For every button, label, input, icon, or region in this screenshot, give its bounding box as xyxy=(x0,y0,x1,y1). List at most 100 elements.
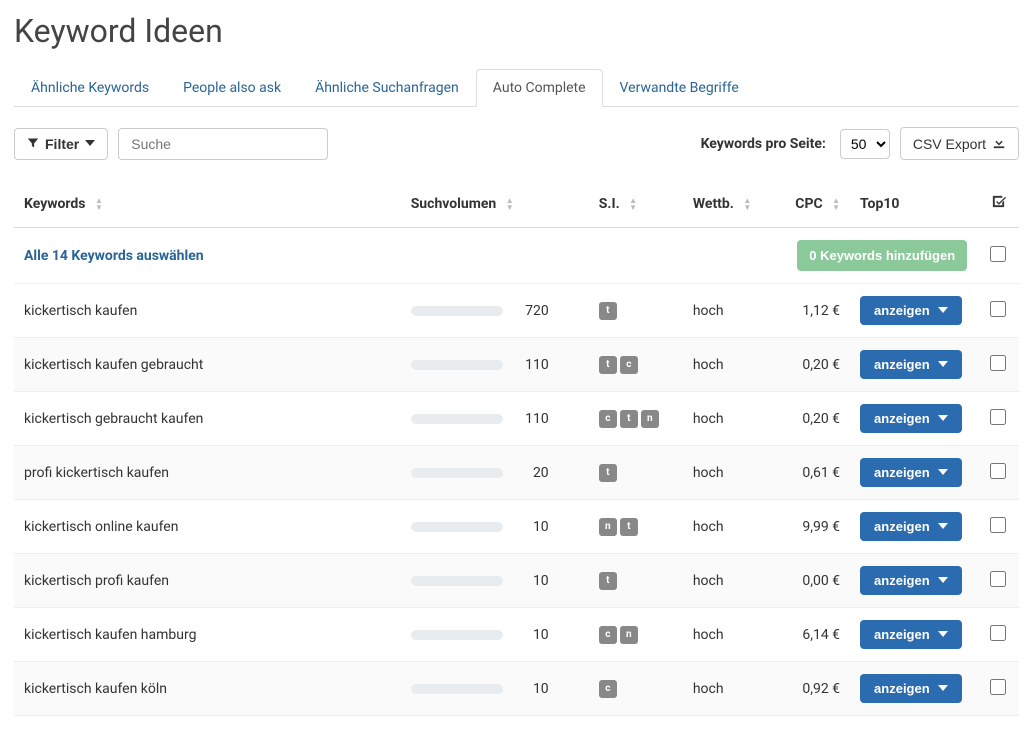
show-top10-button[interactable]: anzeigen xyxy=(860,296,962,325)
col-header-cpc[interactable]: CPC ▲▼ xyxy=(777,180,850,228)
top10-cell: anzeigen xyxy=(850,284,977,338)
col-header-check[interactable] xyxy=(977,180,1019,228)
table-row: kickertisch kaufen köln10choch0,92 €anze… xyxy=(14,662,1019,716)
tab-1[interactable]: People also ask xyxy=(166,69,298,107)
search-input[interactable] xyxy=(118,128,328,160)
si-cell: t xyxy=(589,554,683,608)
wettb-cell: hoch xyxy=(683,338,777,392)
row-checkbox[interactable] xyxy=(990,301,1006,317)
tab-3[interactable]: Auto Complete xyxy=(476,69,603,107)
si-tag-c: c xyxy=(620,356,638,374)
volume-bar xyxy=(411,306,503,316)
tabs-bar: Ähnliche KeywordsPeople also askÄhnliche… xyxy=(14,68,1019,107)
show-top10-button[interactable]: anzeigen xyxy=(860,350,962,379)
filter-button[interactable]: Filter xyxy=(14,128,108,160)
check-cell xyxy=(977,446,1019,500)
wettb-cell: hoch xyxy=(683,608,777,662)
volume-bar xyxy=(411,576,503,586)
volume-cell: 10 xyxy=(401,608,589,662)
tab-0[interactable]: Ähnliche Keywords xyxy=(14,69,166,107)
show-top10-button[interactable]: anzeigen xyxy=(860,404,962,433)
select-all-link[interactable]: Alle 14 Keywords auswählen xyxy=(24,248,204,264)
table-row: kickertisch online kaufen10nthoch9,99 €a… xyxy=(14,500,1019,554)
sort-icon: ▲▼ xyxy=(832,197,840,211)
col-header-si[interactable]: S.I. ▲▼ xyxy=(589,180,683,228)
wettb-cell: hoch xyxy=(683,392,777,446)
cpc-cell: 0,00 € xyxy=(777,554,850,608)
volume-number: 10 xyxy=(509,681,549,697)
row-checkbox[interactable] xyxy=(990,571,1006,587)
volume-bar xyxy=(411,522,503,532)
volume-bar xyxy=(411,360,503,370)
keyword-cell: kickertisch kaufen hamburg xyxy=(14,608,401,662)
show-top10-button[interactable]: anzeigen xyxy=(860,512,962,541)
chevron-down-icon xyxy=(85,138,95,149)
volume-bar xyxy=(411,630,503,640)
cpc-cell: 9,99 € xyxy=(777,500,850,554)
wettb-cell: hoch xyxy=(683,500,777,554)
col-header-volume[interactable]: Suchvolumen ▲▼ xyxy=(401,180,589,228)
top10-cell: anzeigen xyxy=(850,392,977,446)
tab-4[interactable]: Verwandte Begriffe xyxy=(603,69,756,107)
volume-bar xyxy=(411,468,503,478)
cpc-cell: 1,12 € xyxy=(777,284,850,338)
cpc-cell: 6,14 € xyxy=(777,608,850,662)
chevron-down-icon xyxy=(938,413,948,424)
check-cell xyxy=(977,500,1019,554)
volume-cell: 20 xyxy=(401,446,589,500)
keyword-cell: profi kickertisch kaufen xyxy=(14,446,401,500)
volume-number: 10 xyxy=(509,573,549,589)
volume-number: 10 xyxy=(509,519,549,535)
csv-export-button[interactable]: CSV Export xyxy=(900,127,1019,160)
chevron-down-icon xyxy=(938,521,948,532)
row-checkbox[interactable] xyxy=(990,517,1006,533)
row-checkbox[interactable] xyxy=(990,679,1006,695)
col-header-wettb[interactable]: Wettb. ▲▼ xyxy=(683,180,777,228)
si-tag-t: t xyxy=(599,572,617,590)
page-title: Keyword Ideen xyxy=(14,12,1019,50)
row-checkbox[interactable] xyxy=(990,625,1006,641)
top10-cell: anzeigen xyxy=(850,608,977,662)
si-cell: c xyxy=(589,662,683,716)
si-cell: nt xyxy=(589,500,683,554)
keywords-per-page-select[interactable]: 50 xyxy=(840,129,890,159)
si-cell: t xyxy=(589,284,683,338)
controls-row: Filter Keywords pro Seite: 50 CSV Export xyxy=(14,127,1019,160)
show-top10-button[interactable]: anzeigen xyxy=(860,458,962,487)
top10-cell: anzeigen xyxy=(850,500,977,554)
cpc-cell: 0,20 € xyxy=(777,392,850,446)
sort-icon: ▲▼ xyxy=(95,197,103,211)
sort-icon: ▲▼ xyxy=(506,197,514,211)
row-checkbox[interactable] xyxy=(990,409,1006,425)
col-header-keywords[interactable]: Keywords ▲▼ xyxy=(14,180,401,228)
tab-2[interactable]: Ähnliche Suchanfragen xyxy=(298,69,476,107)
keyword-cell: kickertisch gebraucht kaufen xyxy=(14,392,401,446)
select-all-checkbox[interactable] xyxy=(990,246,1006,262)
add-keywords-button[interactable]: 0 Keywords hinzufügen xyxy=(797,240,967,271)
si-tag-t: t xyxy=(620,410,638,428)
show-top10-button[interactable]: anzeigen xyxy=(860,566,962,595)
volume-cell: 110 xyxy=(401,392,589,446)
show-top10-button[interactable]: anzeigen xyxy=(860,674,962,703)
volume-cell: 720 xyxy=(401,284,589,338)
cpc-cell: 0,92 € xyxy=(777,662,850,716)
si-cell: tc xyxy=(589,338,683,392)
si-tag-t: t xyxy=(599,356,617,374)
show-top10-button[interactable]: anzeigen xyxy=(860,620,962,649)
si-tag-n: n xyxy=(641,410,659,428)
row-checkbox[interactable] xyxy=(990,463,1006,479)
keywords-per-page-label: Keywords pro Seite: xyxy=(701,136,826,152)
si-tag-t: t xyxy=(599,464,617,482)
chevron-down-icon xyxy=(938,305,948,316)
chevron-down-icon xyxy=(938,467,948,478)
col-header-top10: Top10 xyxy=(850,180,977,228)
check-cell xyxy=(977,392,1019,446)
table-row: kickertisch kaufen hamburg10cnhoch6,14 €… xyxy=(14,608,1019,662)
row-checkbox[interactable] xyxy=(990,355,1006,371)
chevron-down-icon xyxy=(938,683,948,694)
si-tag-n: n xyxy=(599,518,617,536)
sort-icon: ▲▼ xyxy=(629,197,637,211)
si-tag-c: c xyxy=(599,410,617,428)
si-tag-n: n xyxy=(620,626,638,644)
volume-number: 720 xyxy=(509,303,549,319)
